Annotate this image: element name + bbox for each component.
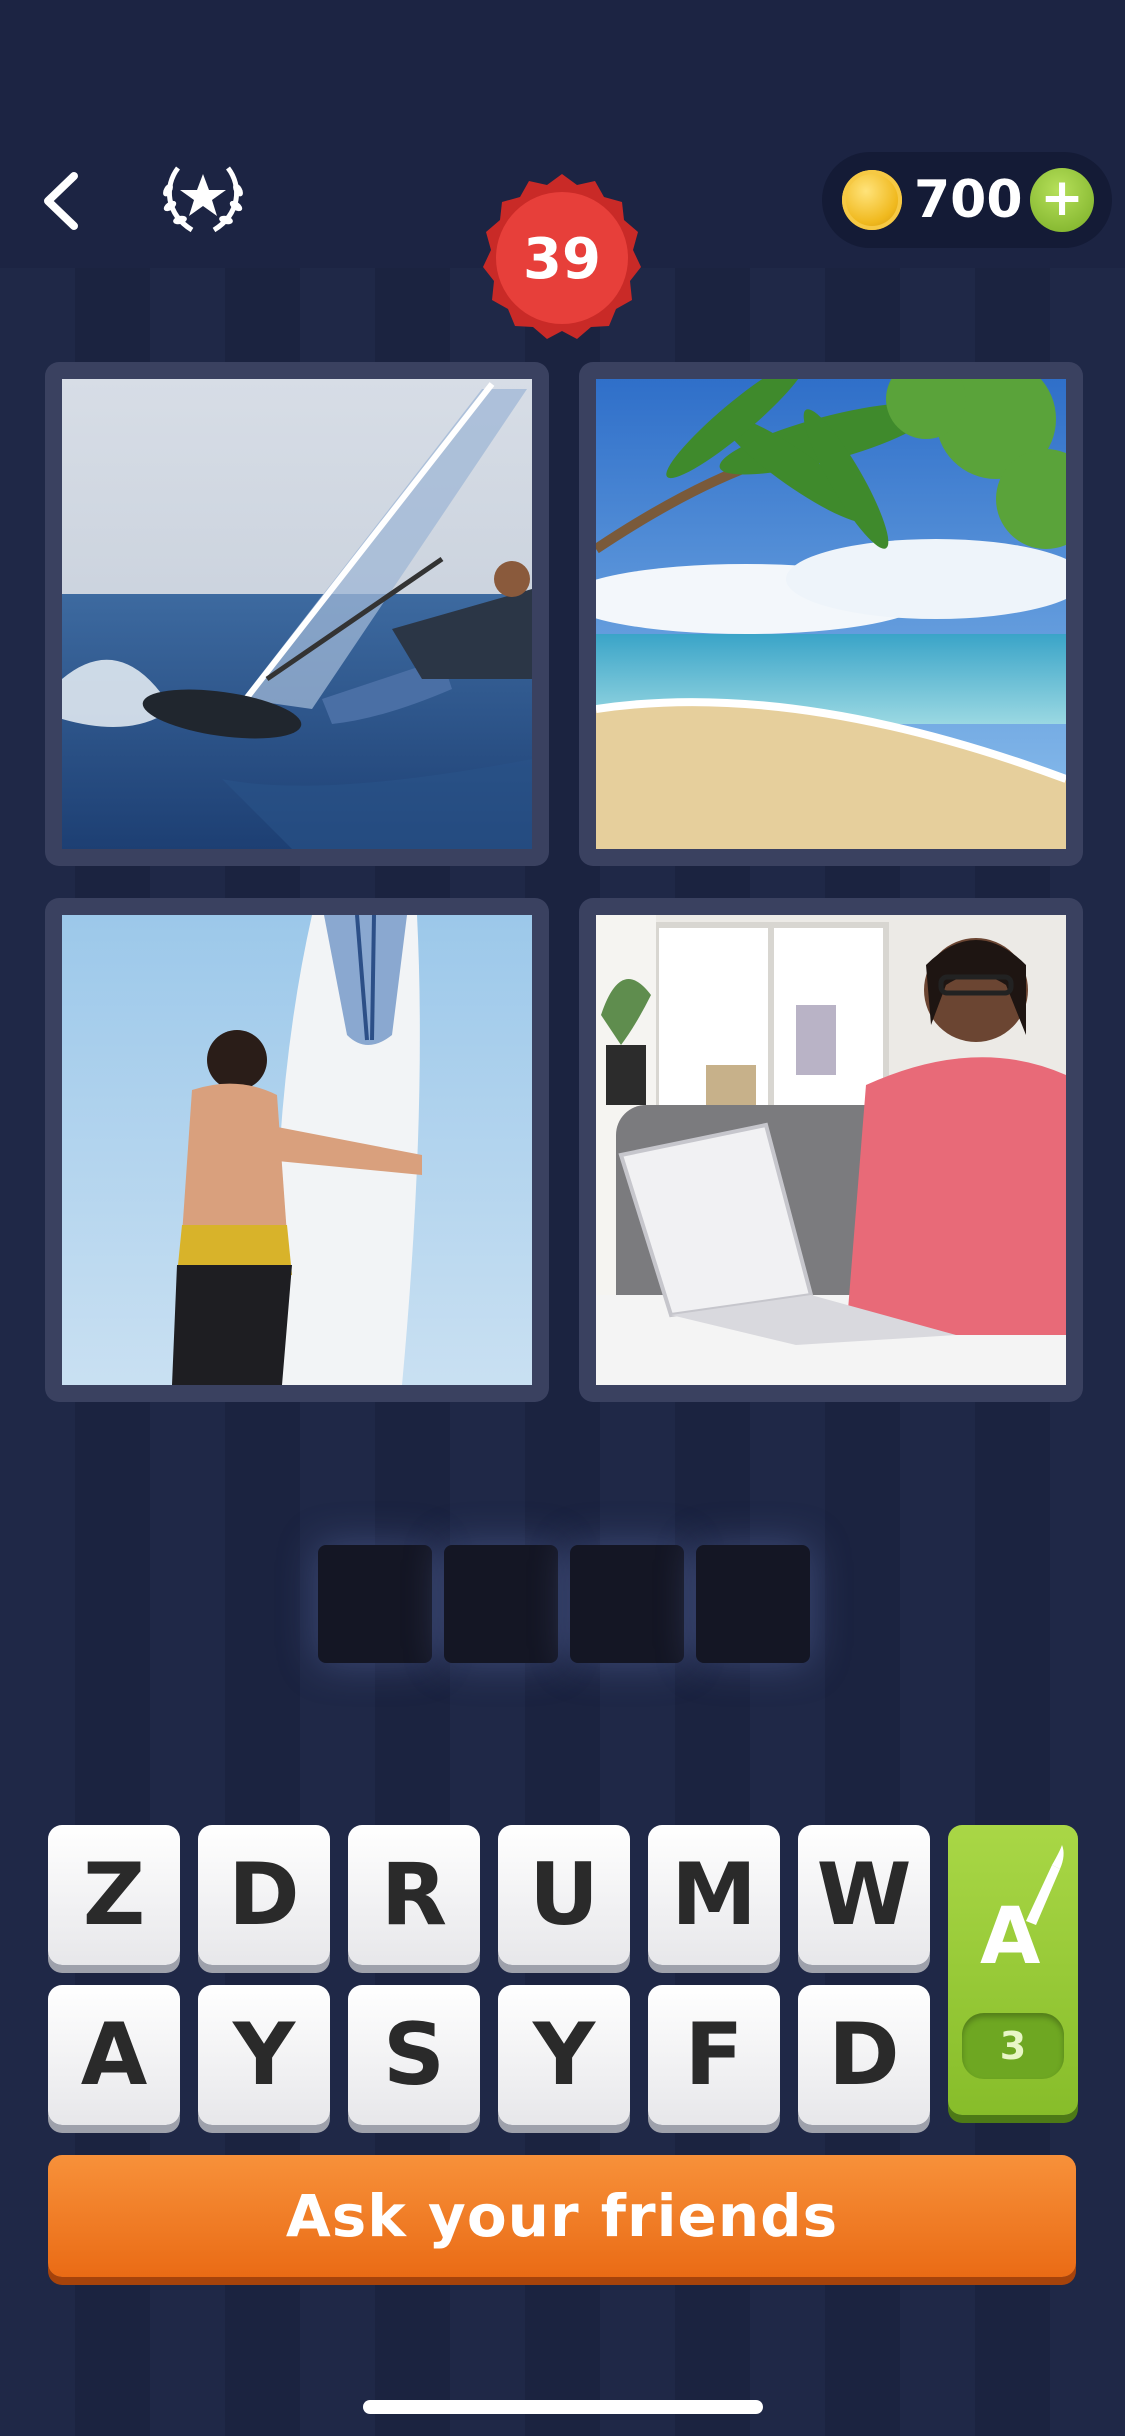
laurel-star-icon [163, 166, 243, 233]
letter-key[interactable]: R [348, 1825, 480, 1965]
letter-key[interactable]: Y [498, 1985, 630, 2125]
woman-laptop-image [596, 915, 1066, 1385]
chevron-left-icon [44, 172, 78, 230]
coin-count: 700 [914, 170, 1023, 230]
surfboard-man-image [62, 915, 532, 1385]
letter-key[interactable]: D [198, 1825, 330, 1965]
answer-slot[interactable] [696, 1545, 810, 1663]
puzzle-image-4[interactable] [579, 898, 1083, 1402]
add-coins-button[interactable]: + [1030, 168, 1094, 232]
letter-key[interactable]: Y [198, 1985, 330, 2125]
letter-key[interactable]: F [648, 1985, 780, 2125]
answer-slots [310, 1545, 815, 1670]
letter-key[interactable]: U [498, 1825, 630, 1965]
letter-key[interactable]: W [798, 1825, 930, 1965]
coin-balance: 700 + [822, 152, 1112, 248]
beach-palm-image [596, 379, 1066, 849]
puzzle-image-1[interactable] [45, 362, 549, 866]
level-badge: 39 [473, 170, 651, 348]
hint-count-badge: 3 [962, 2013, 1064, 2079]
letter-key[interactable]: D [798, 1985, 930, 2125]
windsurfer-image [62, 379, 532, 849]
letter-key[interactable]: A [48, 1985, 180, 2125]
letter-key[interactable]: S [348, 1985, 480, 2125]
brush-letter-icon: A [980, 1845, 1064, 1982]
level-number: 39 [523, 226, 601, 292]
answer-slot[interactable] [444, 1545, 558, 1663]
puzzle-image-3[interactable] [45, 898, 549, 1402]
hint-brush-button[interactable]: A 3 [948, 1825, 1078, 2115]
letter-key[interactable]: M [648, 1825, 780, 1965]
puzzle-image-2[interactable] [579, 362, 1083, 866]
ask-friends-button[interactable]: Ask your friends [48, 2155, 1076, 2277]
coin-icon [842, 170, 902, 230]
letter-key[interactable]: Z [48, 1825, 180, 1965]
answer-slot[interactable] [318, 1545, 432, 1663]
answer-slot[interactable] [570, 1545, 684, 1663]
back-button[interactable] [38, 170, 82, 232]
svg-text:A: A [980, 1892, 1040, 1982]
home-indicator[interactable] [363, 2400, 763, 2414]
achievements-button[interactable] [158, 160, 248, 238]
